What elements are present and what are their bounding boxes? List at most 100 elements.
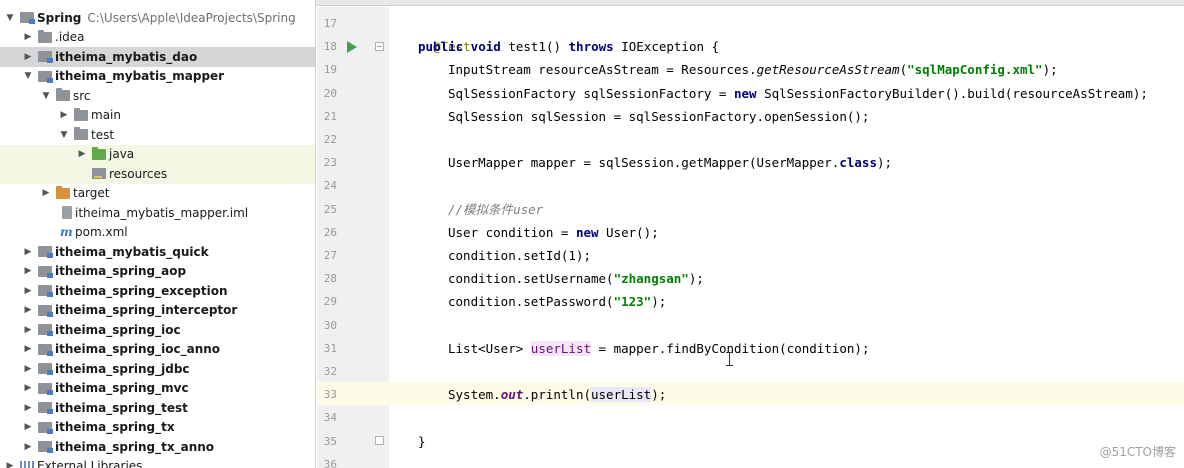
line-number: 32	[323, 365, 337, 378]
tree-label: itheima_mybatis_dao	[55, 49, 198, 64]
tree-label: Spring	[37, 10, 82, 25]
tree-item-mybatis-quick[interactable]: ▶ itheima_mybatis_quick	[0, 242, 315, 262]
line-number: 21	[323, 109, 337, 123]
module-icon	[38, 402, 53, 415]
fold-end-icon[interactable]	[375, 436, 384, 445]
line-number: 24	[323, 179, 337, 193]
collapse-arrow-icon[interactable]: ▶	[22, 31, 34, 43]
tree-label: resources	[109, 166, 168, 181]
collapse-arrow-icon[interactable]: ▶	[22, 246, 34, 258]
collapse-arrow-icon[interactable]: ▶	[22, 265, 34, 277]
collapse-arrow-icon[interactable]: ▶	[22, 343, 34, 355]
tree-item-spring-interceptor[interactable]: ▶ itheima_spring_interceptor	[0, 301, 315, 321]
expand-arrow-icon[interactable]: ▼	[40, 90, 52, 102]
tree-label: itheima_mybatis_quick	[55, 244, 209, 259]
tree-item-java[interactable]: ▶ java	[0, 144, 315, 164]
line-number: 26	[323, 225, 337, 239]
tree-item-spring-tx-anno[interactable]: ▶ itheima_spring_tx_anno	[0, 437, 315, 457]
keyword: class	[839, 155, 877, 171]
tree-label: pom.xml	[75, 225, 128, 240]
collapse-arrow-icon[interactable]: ▶	[22, 324, 34, 336]
resources-folder-icon	[92, 168, 106, 180]
module-icon	[38, 324, 53, 337]
static-field: out	[500, 387, 524, 403]
code-line-27: condition.setId(1);	[448, 244, 591, 267]
tree-item-spring-exception[interactable]: ▶ itheima_spring_exception	[0, 281, 315, 301]
tree-label: itheima_mybatis_mapper.iml	[75, 205, 249, 220]
collapse-arrow-icon[interactable]: ▶	[22, 285, 34, 297]
tree-label: itheima_spring_jdbc	[55, 361, 190, 376]
tree-item-mybatis-dao[interactable]: ▶ itheima_mybatis_dao	[0, 47, 315, 67]
tree-label: itheima_spring_aop	[55, 264, 187, 279]
tree-item-pom[interactable]: m pom.xml	[0, 223, 315, 243]
tree-item-spring-ioc-anno[interactable]: ▶ itheima_spring_ioc_anno	[0, 340, 315, 360]
collapse-arrow-icon[interactable]: ▶	[22, 51, 34, 63]
tree-item-spring-test[interactable]: ▶ itheima_spring_test	[0, 398, 315, 418]
line-number: 34	[323, 411, 337, 425]
tree-item-resources[interactable]: resources	[0, 164, 315, 184]
collapse-arrow-icon[interactable]: ▶	[22, 441, 34, 453]
line-number: 29	[323, 295, 337, 309]
module-icon	[38, 265, 53, 278]
tree-item-main[interactable]: ▶ main	[0, 106, 315, 126]
module-icon	[38, 304, 53, 317]
collapse-arrow-icon[interactable]: ▶	[22, 304, 34, 316]
code-text: SqlSessionFactoryBuilder().build(resourc…	[756, 85, 1148, 101]
expand-arrow-icon[interactable]: ▼	[4, 12, 16, 24]
code-line-33: System.out.println(userList);	[448, 383, 666, 406]
code-line-18: public void test1() throws IOException {	[418, 35, 719, 58]
tree-item-idea[interactable]: ▶ .idea	[0, 28, 315, 48]
code-text: );	[1042, 62, 1058, 78]
collapse-arrow-icon[interactable]: ▶	[40, 187, 52, 199]
tree-item-target[interactable]: ▶ target	[0, 184, 315, 204]
tree-item-external-libraries[interactable]: ▶ External Libraries	[0, 457, 315, 468]
editor-tab-strip[interactable]	[316, 0, 1184, 6]
tree-item-test[interactable]: ▼ test	[0, 125, 315, 145]
folder-icon	[56, 88, 70, 102]
folder-icon	[74, 107, 88, 121]
fold-collapse-icon[interactable]: −	[375, 42, 384, 51]
line-number: 23	[323, 156, 337, 170]
variable-highlight: userList	[591, 387, 652, 403]
code-line-17: @Test	[418, 12, 471, 54]
module-icon	[38, 246, 53, 259]
line-number: 36	[323, 457, 337, 468]
tree-label: itheima_spring_interceptor	[55, 303, 238, 318]
collapse-arrow-icon[interactable]: ▶	[76, 148, 88, 160]
tree-item-iml[interactable]: itheima_mybatis_mapper.iml	[0, 203, 315, 223]
tree-item-src[interactable]: ▼ src	[0, 86, 315, 106]
code-text: condition.setId(1);	[448, 248, 591, 263]
expand-arrow-icon[interactable]: ▼	[22, 70, 34, 82]
collapse-arrow-icon[interactable]: ▶	[22, 363, 34, 375]
string-literal: "sqlMapConfig.xml"	[907, 62, 1043, 78]
tree-item-spring-mvc[interactable]: ▶ itheima_spring_mvc	[0, 379, 315, 399]
collapse-arrow-icon[interactable]: ▶	[22, 382, 34, 394]
keyword: public void	[418, 39, 501, 55]
module-icon	[38, 343, 53, 356]
code-text: = mapper.findByCondition(condition);	[591, 340, 870, 356]
expand-arrow-icon[interactable]: ▼	[58, 129, 70, 141]
tree-item-spring-tx[interactable]: ▶ itheima_spring_tx	[0, 418, 315, 438]
code-text: SqlSessionFactory sqlSessionFactory =	[448, 85, 734, 101]
watermark: @51CTO博客	[1099, 445, 1176, 459]
collapse-arrow-icon[interactable]: ▶	[22, 421, 34, 433]
tree-item-spring-aop[interactable]: ▶ itheima_spring_aop	[0, 262, 315, 282]
run-test-icon[interactable]	[347, 41, 357, 53]
line-number: 19	[323, 63, 337, 77]
string-literal: "zhangsan"	[613, 271, 689, 287]
tree-item-spring-ioc[interactable]: ▶ itheima_spring_ioc	[0, 320, 315, 340]
tree-label: External Libraries	[37, 459, 143, 468]
tree-label: .idea	[55, 30, 85, 45]
tree-item-root[interactable]: ▼ Spring C:\Users\Apple\IdeaProjects\Spr…	[0, 8, 315, 28]
collapse-arrow-icon[interactable]: ▶	[4, 460, 16, 468]
collapse-arrow-icon[interactable]: ▶	[22, 402, 34, 414]
mouse-text-cursor-icon	[726, 352, 733, 366]
code-text: test1()	[500, 39, 569, 55]
tree-item-mybatis-mapper[interactable]: ▼ itheima_mybatis_mapper	[0, 67, 315, 87]
module-icon	[38, 421, 53, 434]
tree-item-spring-jdbc[interactable]: ▶ itheima_spring_jdbc	[0, 359, 315, 379]
static-method: getResourceAsStream	[756, 62, 900, 78]
collapse-arrow-icon[interactable]: ▶	[58, 109, 70, 121]
line-number: 31	[323, 341, 337, 355]
string-literal: "123"	[613, 294, 652, 310]
